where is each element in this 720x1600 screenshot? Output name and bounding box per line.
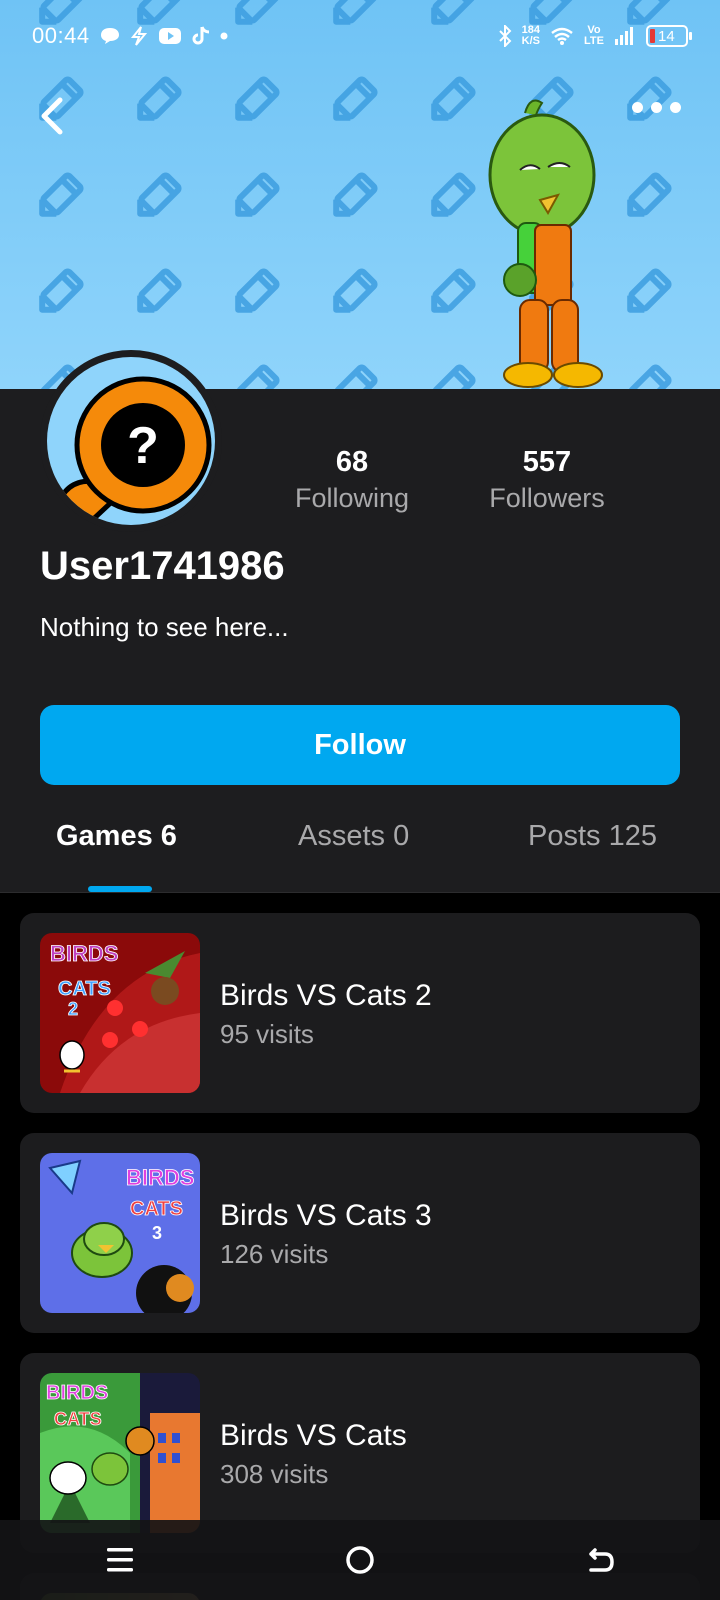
notification-dot-icon	[220, 32, 228, 40]
profile-banner: 00:44 184 K/S Vo LTE 14	[0, 0, 720, 389]
tab-divider	[0, 892, 720, 893]
signal-bars-icon	[614, 26, 636, 46]
svg-text:3: 3	[152, 1223, 162, 1243]
more-options-button[interactable]	[632, 102, 684, 113]
svg-text:CATS: CATS	[54, 1409, 102, 1429]
youtube-icon	[158, 27, 182, 45]
chevron-left-icon	[41, 97, 63, 135]
menu-button[interactable]	[90, 1535, 150, 1585]
bio-text: Nothing to see here...	[40, 612, 289, 642]
game-thumbnail: BIRDS CATS 2	[40, 933, 200, 1093]
system-nav-bar	[0, 1520, 720, 1600]
menu-icon	[107, 1548, 133, 1572]
tab-assets[interactable]: Assets 0	[298, 820, 409, 853]
game-card[interactable]: BIRDS CATS 3 Birds VS Cats 3 126 visits	[20, 1133, 700, 1333]
game-visits: 95 visits	[220, 1019, 314, 1049]
game-title: Birds VS Cats 3	[220, 1199, 432, 1232]
more-horizontal-icon	[651, 102, 662, 113]
game-title: Birds VS Cats	[220, 1419, 407, 1452]
followers-count: 557	[522, 446, 572, 478]
bird-character-illustration	[488, 99, 603, 388]
svg-text:2: 2	[68, 999, 78, 1019]
lightning-icon	[130, 26, 148, 46]
game-visits: 126 visits	[220, 1239, 329, 1269]
avatar[interactable]: ?	[40, 350, 222, 532]
battery-icon: 14	[646, 25, 692, 47]
avatar-image: ?	[47, 357, 215, 525]
chat-bubble-icon	[100, 27, 120, 45]
wifi-icon	[550, 27, 574, 45]
back-button[interactable]	[34, 94, 74, 138]
followers-stat[interactable]: 557 Followers	[482, 446, 612, 514]
svg-text:BIRDS: BIRDS	[126, 1165, 194, 1190]
battery-level: 14	[658, 27, 675, 45]
svg-text:BIRDS: BIRDS	[46, 1382, 108, 1404]
back-arrow-icon	[589, 1548, 614, 1572]
back-nav-button[interactable]	[570, 1535, 630, 1585]
svg-text:CATS: CATS	[130, 1198, 183, 1220]
username: User1741986	[40, 544, 285, 588]
game-thumbnail: BIRDS CATS	[40, 1373, 200, 1533]
volte-bottom: LTE	[584, 35, 604, 47]
network-speed-unit: K/S	[521, 35, 541, 47]
svg-text:CATS: CATS	[58, 978, 111, 1000]
status-bar: 00:44 184 K/S Vo LTE 14	[0, 0, 720, 72]
bluetooth-icon	[498, 25, 512, 47]
tiktok-icon	[192, 26, 210, 46]
home-circle-icon	[346, 1546, 374, 1574]
following-count: 68	[335, 446, 369, 478]
following-stat[interactable]: 68 Following	[292, 446, 412, 514]
avatar-question-mark: ?	[127, 417, 159, 475]
follow-button[interactable]: Follow	[40, 705, 680, 785]
followers-label: Followers	[489, 483, 605, 513]
network-speed: 184 K/S	[522, 25, 540, 47]
svg-text:BIRDS: BIRDS	[50, 941, 118, 966]
tab-posts[interactable]: Posts 125	[528, 820, 657, 853]
home-button[interactable]	[330, 1535, 390, 1585]
game-visits: 308 visits	[220, 1459, 329, 1489]
more-horizontal-icon	[670, 102, 681, 113]
profile-tabs: Games 6 Assets 0 Posts 125	[0, 820, 720, 893]
game-thumbnail: BIRDS CATS 3	[40, 1153, 200, 1313]
game-card[interactable]: BIRDS CATS 2 Birds VS Cats 2 95 visits	[20, 913, 700, 1113]
game-title: Birds VS Cats 2	[220, 979, 432, 1012]
more-horizontal-icon	[632, 102, 643, 113]
following-label: Following	[294, 483, 410, 513]
tab-games[interactable]: Games 6	[56, 820, 177, 853]
status-time: 00:44	[32, 23, 90, 48]
volte-indicator: Vo LTE	[584, 25, 604, 47]
